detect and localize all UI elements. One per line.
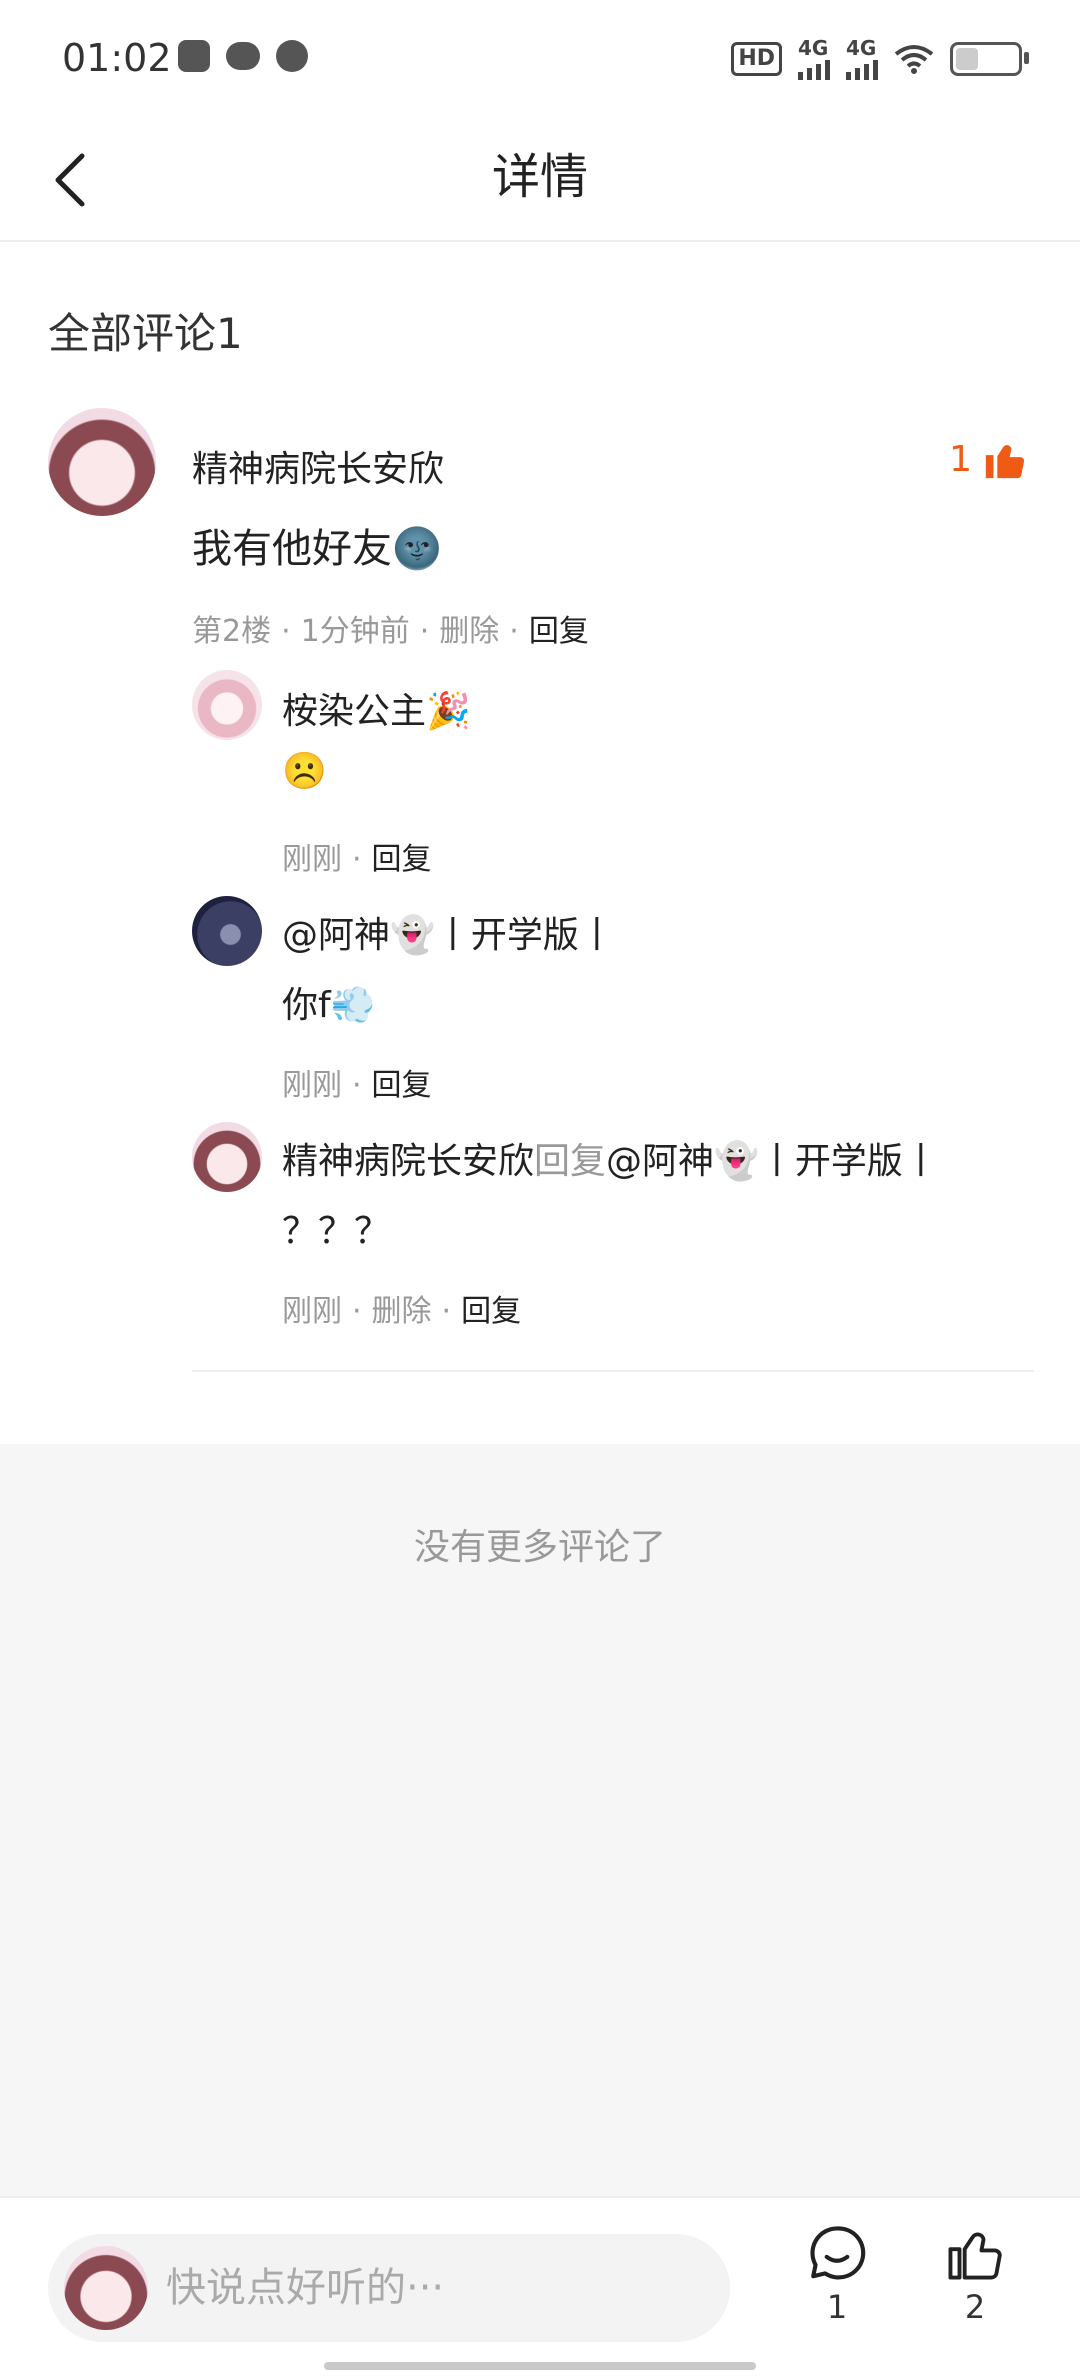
reply-username[interactable]: @阿神👻丨开学版丨 (282, 906, 615, 958)
comment-input[interactable]: 快说点好听的··· (48, 2234, 730, 2342)
comment-time: 1分钟前 (300, 614, 410, 649)
like-count: 2 (964, 2288, 986, 2326)
gauge-icon (276, 40, 308, 72)
like-button[interactable]: 2 (930, 2222, 1020, 2326)
reply-username[interactable]: 桉染公主🎉 (282, 682, 471, 734)
comment-reply-link[interactable]: 回复 (529, 614, 589, 649)
status-right-icons: HD 4G 4G (731, 38, 1029, 80)
reply-time: 刚刚 (282, 1068, 342, 1103)
comment-bubble-icon (810, 2226, 866, 2280)
comments-section-title: 全部评论1 (48, 309, 243, 358)
reply-avatar[interactable] (192, 1122, 262, 1192)
home-indicator[interactable] (324, 2362, 756, 2370)
avatar[interactable] (48, 408, 156, 516)
status-time: 01:02 (62, 36, 172, 80)
reply-avatar[interactable] (192, 670, 262, 740)
reply-username[interactable]: 精神病院长安欣 (282, 1141, 534, 1182)
comment-like-count: 1 (949, 438, 972, 480)
app-icon (178, 40, 210, 72)
comment-username[interactable]: 精神病院长安欣 (192, 440, 444, 492)
signal-1-icon: 4G (798, 38, 830, 80)
message-bubble-icon (226, 42, 260, 70)
comment-input-placeholder: 快说点好听的··· (166, 2265, 445, 2311)
reply-time: 刚刚 (282, 842, 342, 877)
reply-meta: 刚刚 · 删除 · 回复 (282, 1294, 522, 1329)
divider (192, 1370, 1034, 1372)
status-left-icons (178, 40, 308, 72)
header: 详情 (0, 120, 1080, 242)
battery-icon (950, 42, 1029, 76)
reply-target[interactable]: @阿神👻丨开学版丨 (606, 1141, 939, 1182)
comment-meta: 第2楼 · 1分钟前 · 删除 · 回复 (192, 614, 589, 649)
reply-text: ？？？ (282, 1211, 391, 1252)
wifi-icon (894, 45, 934, 74)
reply-reply-link[interactable]: 回复 (372, 1068, 432, 1103)
reply-time: 刚刚 (282, 1294, 342, 1329)
comment-count: 1 (826, 2288, 848, 2326)
avatar (64, 2246, 148, 2330)
reply-word: 回复 (534, 1141, 607, 1182)
thumbs-up-icon (948, 2232, 1002, 2280)
comment-delete-link[interactable]: 删除 (439, 614, 499, 649)
comment-count-button[interactable]: 1 (792, 2222, 882, 2326)
reply-delete-link[interactable]: 删除 (372, 1294, 432, 1329)
reply-reply-link[interactable]: 回复 (461, 1294, 521, 1329)
reply-meta: 刚刚 · 回复 (282, 1068, 432, 1103)
hd-icon: HD (731, 42, 782, 76)
bottom-bar: 快说点好听的··· 1 2 (0, 2196, 1080, 2378)
reply-avatar[interactable] (192, 896, 262, 966)
comment-like-button[interactable]: 1 (949, 436, 1028, 482)
reply-meta: 刚刚 · 回复 (282, 842, 432, 877)
thumbs-up-icon (985, 445, 1025, 479)
reply-text: 你f💨 (282, 985, 376, 1026)
page-title: 详情 (491, 149, 588, 205)
comment-floor: 第2楼 (192, 614, 272, 649)
reply-username-line: 精神病院长安欣回复@阿神👻丨开学版丨 (282, 1132, 939, 1184)
reply-text: ☹️ (282, 751, 327, 792)
signal-2-icon: 4G (846, 38, 878, 80)
reply-reply-link[interactable]: 回复 (372, 842, 432, 877)
no-more-comments: 没有更多评论了 (413, 1527, 666, 1568)
comment-text: 我有他好友🌚 (192, 526, 442, 572)
